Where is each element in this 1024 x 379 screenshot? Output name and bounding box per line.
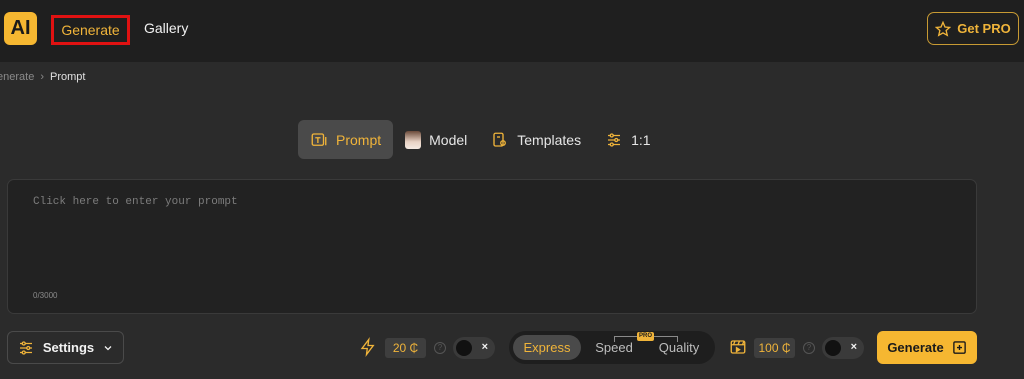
plus-square-icon — [952, 341, 966, 354]
close-icon: × — [850, 341, 857, 353]
close-icon: × — [481, 341, 488, 353]
nav-gallery-link[interactable]: Gallery — [144, 20, 188, 36]
settings-label: Settings — [42, 340, 95, 355]
tab-templates[interactable]: Templates — [479, 120, 593, 159]
generate-button[interactable]: Generate — [877, 331, 977, 364]
info-icon[interactable]: ? — [434, 342, 446, 354]
breadcrumb-current: Prompt — [49, 71, 86, 83]
info-icon[interactable]: ? — [803, 342, 815, 354]
prompt-placeholder: Click here to enter your prompt — [33, 196, 238, 208]
model-avatar — [405, 130, 422, 149]
mode-express[interactable]: Express — [513, 335, 581, 360]
app-logo[interactable]: AI — [4, 12, 37, 45]
chevron-right-icon: › — [40, 71, 44, 83]
chevron-down-icon — [104, 345, 112, 350]
text-box-icon — [311, 132, 327, 146]
tab-aspect-ratio[interactable]: 1:1 — [593, 120, 662, 159]
speed-toggle[interactable]: × — [453, 337, 495, 359]
video-toggle[interactable]: × — [822, 337, 864, 359]
tab-model[interactable]: Model — [393, 120, 479, 159]
breadcrumb: enerate › Prompt — [0, 71, 85, 83]
tab-templates-label: Templates — [517, 131, 582, 148]
video-credits-badge: 100 ₵ — [754, 338, 795, 358]
video-icon — [730, 340, 746, 354]
star-icon — [935, 20, 952, 37]
speed-credits-badge: 20 ₵ — [385, 338, 426, 358]
lightning-icon — [360, 337, 375, 357]
top-header: AI Generate Gallery Get PRO — [0, 0, 1024, 62]
tab-aspect-ratio-label: 1:1 — [631, 131, 651, 148]
get-pro-button[interactable]: Get PRO — [927, 12, 1019, 45]
toggle-knob — [825, 340, 841, 356]
get-pro-label: Get PRO — [957, 21, 1011, 36]
tab-model-label: Model — [429, 131, 468, 148]
generation-mode-selector: Express Speed Quality — [509, 331, 715, 364]
sliders-icon — [19, 340, 32, 355]
generate-label: Generate — [887, 340, 944, 355]
toggle-knob — [456, 340, 472, 356]
pro-tag: PRO — [637, 332, 655, 341]
prompt-input[interactable]: Click here to enter your prompt 0/3000 — [7, 179, 977, 314]
sliders-icon — [608, 132, 621, 147]
mode-tabs: Prompt Model Templates 1:1 — [298, 120, 663, 159]
settings-button[interactable]: Settings — [7, 331, 124, 364]
nav-generate-link[interactable]: Generate — [51, 15, 130, 45]
tab-prompt-label: Prompt — [336, 131, 382, 148]
tab-prompt[interactable]: Prompt — [298, 120, 394, 159]
breadcrumb-parent[interactable]: enerate — [0, 71, 34, 83]
prompt-char-count: 0/3000 — [33, 291, 58, 300]
templates-icon — [493, 132, 507, 147]
